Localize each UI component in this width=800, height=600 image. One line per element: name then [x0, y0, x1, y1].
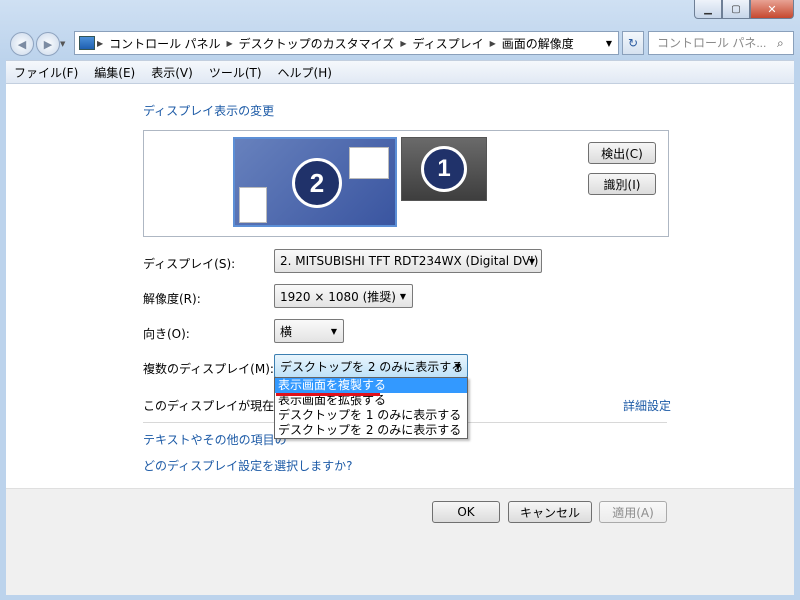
- identify-button-label: 識別(I): [603, 177, 641, 192]
- multiple-displays-select[interactable]: デスクトップを 2 のみに表示する ▼: [274, 354, 468, 378]
- breadcrumb-desktop[interactable]: デスクトップのカスタマイズ: [235, 35, 399, 52]
- monitor-1[interactable]: 1: [401, 137, 487, 201]
- maximize-icon: ▢: [731, 3, 741, 15]
- caption-buttons: ▁ ▢ ✕: [694, 0, 794, 19]
- refresh-button[interactable]: ↻: [622, 31, 644, 55]
- ok-button[interactable]: OK: [432, 501, 500, 523]
- breadcrumb-resolution[interactable]: 画面の解像度: [498, 35, 578, 52]
- orientation-label: 向き(O):: [143, 327, 190, 341]
- detect-button-label: 検出(C): [601, 146, 643, 161]
- display-select-value: 2. MITSUBISHI TFT RDT234WX (Digital DVI): [280, 254, 539, 268]
- minimize-icon: ▁: [704, 3, 712, 15]
- menu-tools[interactable]: ツール(T): [201, 64, 270, 81]
- chevron-down-icon: ▼: [399, 291, 406, 301]
- close-button[interactable]: ✕: [750, 0, 794, 19]
- display-select[interactable]: 2. MITSUBISHI TFT RDT234WX (Digital DVI)…: [274, 249, 542, 273]
- display-label: ディスプレイ(S):: [143, 257, 236, 271]
- breadcrumb-separator-icon: ▶: [97, 38, 104, 48]
- address-bar[interactable]: ▶ コントロール パネル ▶ デスクトップのカスタマイズ ▶ ディスプレイ ▶ …: [74, 31, 619, 55]
- minimize-button[interactable]: ▁: [694, 0, 722, 19]
- option-only-2[interactable]: デスクトップを 2 のみに表示する: [275, 423, 467, 438]
- start-menu-thumbnail: [239, 187, 267, 223]
- back-button[interactable]: ◀: [10, 32, 34, 56]
- text-size-link[interactable]: テキストやその他の項目の: [143, 431, 287, 448]
- breadcrumb-display[interactable]: ディスプレイ: [408, 35, 487, 52]
- cancel-button-label: キャンセル: [519, 505, 580, 520]
- highlight-underline: [276, 393, 380, 396]
- search-icon[interactable]: ⌕: [777, 36, 784, 51]
- menu-edit[interactable]: 編集(E): [86, 64, 143, 81]
- resolution-label: 解像度(R):: [143, 292, 201, 306]
- breadcrumb-separator-icon: ▶: [489, 38, 496, 48]
- content-area: ディスプレイ表示の変更 2 1 検出(C) 識別(I) ディスプレイ(S): 2…: [6, 84, 794, 595]
- option-duplicate[interactable]: 表示画面を複製する: [275, 378, 467, 393]
- forward-button[interactable]: ▶: [36, 32, 60, 56]
- search-input[interactable]: [655, 35, 777, 51]
- window: ▁ ▢ ✕ ◀ ▶ ▼ ▶ コントロール パネル ▶ デスクトップのカスタマイズ…: [0, 0, 800, 600]
- orientation-select[interactable]: 横 ▼: [274, 319, 344, 343]
- apply-button[interactable]: 適用(A): [599, 501, 667, 523]
- forward-arrow-icon: ▶: [43, 37, 53, 51]
- monitor-number-2: 2: [292, 158, 342, 208]
- multiple-displays-dropdown: 表示画面を複製する 表示画面を拡張する デスクトップを 1 のみに表示する デス…: [274, 377, 468, 439]
- breadcrumb-separator-icon: ▶: [400, 38, 407, 48]
- detect-button[interactable]: 検出(C): [588, 142, 656, 164]
- chevron-down-icon: ▼: [454, 361, 461, 371]
- refresh-icon: ↻: [627, 36, 639, 50]
- navigation-bar: ◀ ▶ ▼ ▶ コントロール パネル ▶ デスクトップのカスタマイズ ▶ ディス…: [0, 28, 800, 60]
- page-title: ディスプレイ表示の変更: [143, 104, 275, 118]
- monitor-number-1: 1: [421, 146, 467, 192]
- resolution-select-value: 1920 × 1080 (推奨): [280, 289, 396, 304]
- resolution-select[interactable]: 1920 × 1080 (推奨) ▼: [274, 284, 413, 308]
- control-panel-icon: [79, 36, 95, 50]
- menu-help[interactable]: ヘルプ(H): [270, 64, 340, 81]
- breadcrumb-separator-icon: ▶: [226, 38, 233, 48]
- maximize-button[interactable]: ▢: [722, 0, 750, 19]
- primary-display-text: このディスプレイが現在メ: [143, 399, 287, 413]
- close-icon: ✕: [767, 2, 777, 16]
- multiple-displays-label: 複数のディスプレイ(M):: [143, 362, 274, 376]
- monitor-2[interactable]: 2: [233, 137, 397, 227]
- history-dropdown-icon[interactable]: ▼: [60, 40, 65, 48]
- advanced-settings-link[interactable]: 詳細設定: [623, 397, 671, 414]
- option-only-1[interactable]: デスクトップを 1 のみに表示する: [275, 408, 467, 423]
- address-dropdown-icon[interactable]: ▼: [606, 39, 612, 48]
- which-settings-link[interactable]: どのディスプレイ設定を選択しますか?: [143, 457, 353, 474]
- chevron-down-icon: ▼: [330, 326, 337, 336]
- ok-button-label: OK: [457, 505, 475, 519]
- menu-view[interactable]: 表示(V): [143, 64, 201, 81]
- menu-file[interactable]: ファイル(F): [6, 64, 86, 81]
- multiple-displays-select-value: デスクトップを 2 のみに表示する: [280, 359, 464, 374]
- apply-button-label: 適用(A): [612, 505, 654, 520]
- cancel-button[interactable]: キャンセル: [508, 501, 592, 523]
- breadcrumb-control-panel[interactable]: コントロール パネル: [105, 35, 224, 52]
- menu-bar: ファイル(F) 編集(E) 表示(V) ツール(T) ヘルプ(H): [6, 60, 794, 84]
- footer-bar: OK キャンセル 適用(A): [6, 488, 794, 595]
- back-arrow-icon: ◀: [17, 37, 27, 51]
- orientation-select-value: 横: [280, 324, 293, 339]
- identify-button[interactable]: 識別(I): [588, 173, 656, 195]
- title-bar: ▁ ▢ ✕: [0, 0, 800, 28]
- chevron-down-icon: ▼: [528, 256, 535, 266]
- window-thumbnail: [349, 147, 389, 179]
- search-box: ⌕: [648, 31, 794, 55]
